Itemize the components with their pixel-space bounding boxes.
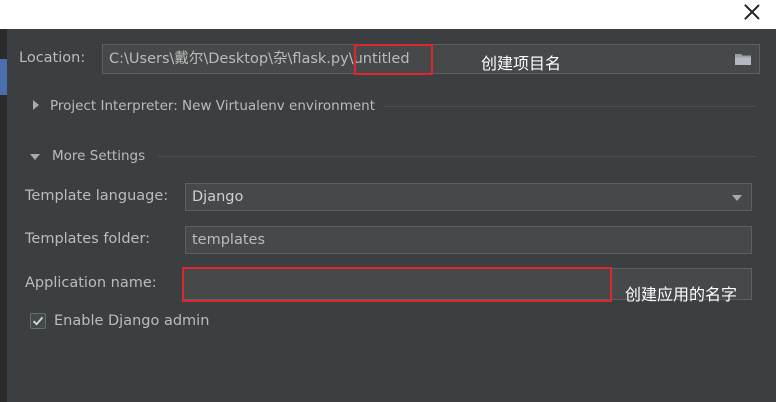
interpreter-toggle[interactable]: Project Interpreter: New Virtualenv envi… <box>50 98 375 114</box>
templates-folder-input[interactable]: templates <box>185 226 752 254</box>
application-name-highlight <box>182 267 612 302</box>
template-language-value: Django <box>192 189 244 205</box>
left-panel-selection <box>0 59 7 95</box>
checkmark-icon <box>32 316 44 326</box>
project-name-highlight <box>354 44 433 75</box>
more-settings-toggle[interactable]: More Settings <box>52 148 145 164</box>
chevron-down-icon[interactable] <box>30 154 40 160</box>
title-bar <box>0 0 776 29</box>
templates-folder-value: templates <box>192 232 266 248</box>
dropdown-arrow-icon <box>732 195 742 201</box>
location-path: C:\Users\戴尔\Desktop\杂\flask.py\ <box>109 51 354 67</box>
application-name-annotation: 创建应用的名字 <box>625 285 738 304</box>
templates-folder-label: Templates folder: <box>25 231 151 247</box>
more-settings-separator <box>158 156 756 157</box>
chevron-right-icon[interactable] <box>33 100 39 110</box>
template-language-select[interactable]: Django <box>185 183 752 211</box>
application-name-label: Application name: <box>25 275 157 291</box>
project-name-annotation: 创建项目名 <box>481 54 562 73</box>
folder-icon[interactable] <box>735 53 751 65</box>
location-label: Location: <box>19 50 86 66</box>
close-icon[interactable] <box>742 2 762 22</box>
interpreter-separator <box>384 106 756 107</box>
enable-admin-checkbox[interactable] <box>30 313 46 329</box>
template-language-label: Template language: <box>25 188 169 204</box>
enable-admin-label[interactable]: Enable Django admin <box>54 313 209 329</box>
